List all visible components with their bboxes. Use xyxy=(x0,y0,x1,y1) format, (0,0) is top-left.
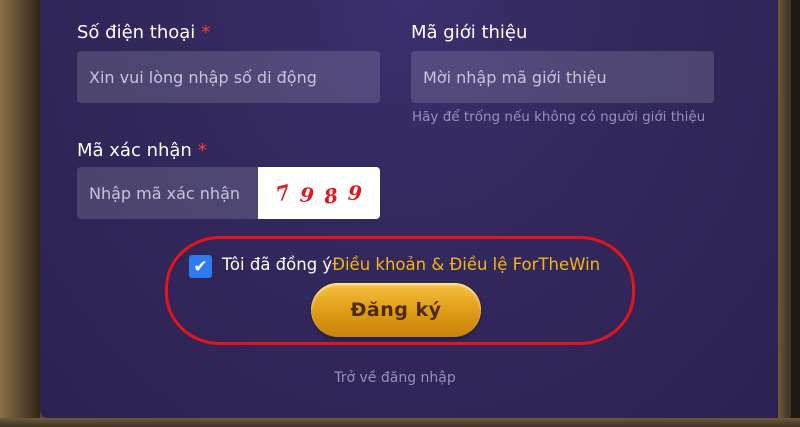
required-mark: * xyxy=(201,22,211,43)
terms-link[interactable]: Điều khoản & Điều lệ ForTheWin xyxy=(332,255,600,274)
register-button[interactable]: Đăng ký xyxy=(311,283,481,337)
referral-label: Mã giới thiệu xyxy=(411,22,527,43)
captcha-input[interactable]: Nhập mã xác nhận xyxy=(77,167,258,219)
captcha-char: 8 xyxy=(322,183,340,209)
agree-label: Tôi đã đồng ý xyxy=(222,255,333,274)
referral-placeholder: Mời nhập mã giới thiệu xyxy=(423,67,607,87)
captcha-label: Mã xác nhận * xyxy=(77,140,207,161)
agree-checkbox[interactable]: ✔ xyxy=(189,255,212,278)
captcha-placeholder: Nhập mã xác nhận xyxy=(89,183,241,203)
captcha-image[interactable]: 7 9 8 9 xyxy=(258,167,380,219)
bottom-frame-edge xyxy=(0,418,800,427)
phone-input[interactable]: Xin vui lòng nhập số di động xyxy=(77,51,380,103)
captcha-label-text: Mã xác nhận xyxy=(77,140,192,161)
back-to-login-text: Trở về đăng nhập xyxy=(334,370,456,386)
referral-label-text: Mã giới thiệu xyxy=(411,22,528,43)
phone-label-text: Số điện thoại xyxy=(77,22,196,43)
referral-input[interactable]: Mời nhập mã giới thiệu xyxy=(411,51,714,103)
agree-text: Tôi đã đồng ýĐiều khoản & Điều lệ ForThe… xyxy=(222,255,600,274)
left-frame-edge xyxy=(0,0,40,427)
back-to-login-link[interactable]: Trở về đăng nhập xyxy=(0,370,790,386)
captcha-char: 9 xyxy=(347,180,363,206)
captcha-char: 9 xyxy=(298,182,316,208)
scrollbar-track[interactable] xyxy=(791,0,800,427)
captcha-char: 7 xyxy=(273,179,293,207)
phone-label: Số điện thoại * xyxy=(77,22,210,43)
required-mark: * xyxy=(197,140,207,161)
register-button-label: Đăng ký xyxy=(350,299,442,321)
referral-hint: Hãy để trống nếu không có người giới thi… xyxy=(412,109,706,125)
phone-placeholder: Xin vui lòng nhập số di động xyxy=(89,67,317,87)
checkmark-icon: ✔ xyxy=(193,256,208,277)
